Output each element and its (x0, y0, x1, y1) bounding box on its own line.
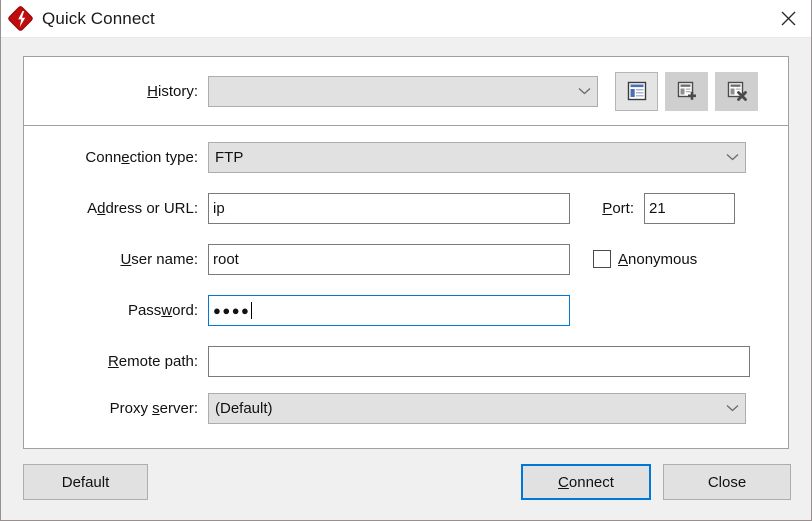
text-caret (251, 301, 253, 319)
history-row: History: (24, 71, 788, 111)
dialog-content: History: Connection type: FTP Address or… (1, 38, 811, 449)
default-button[interactable]: Default (23, 464, 148, 500)
anonymous-label: Anonymous (618, 250, 698, 268)
site-manager-button[interactable] (615, 71, 658, 111)
connection-type-label: Connection type: (85, 148, 198, 166)
filezilla-lightning-icon (7, 4, 34, 32)
port-value: 21 (649, 199, 666, 217)
connection-type-combobox[interactable]: FTP (208, 141, 746, 173)
form-panel: History: Connection type: FTP Address or… (23, 56, 789, 449)
remote-path-label: Remote path: (107, 352, 198, 370)
port-input[interactable]: 21 (644, 192, 735, 224)
add-history-entry-button[interactable] (665, 71, 708, 111)
proxy-server-row: Proxy server: (Default) (24, 391, 788, 425)
history-label: History: (147, 82, 198, 100)
remote-path-row: Remote path: (24, 344, 788, 378)
remote-path-input[interactable] (208, 345, 750, 377)
chevron-down-icon (726, 404, 739, 412)
connection-type-row: Connection type: FTP (24, 140, 788, 174)
address-value: ip (213, 199, 225, 217)
password-value: ●●●● (213, 302, 251, 318)
dialog-footer: Default Connect Close (1, 449, 811, 520)
connect-button[interactable]: Connect (521, 464, 651, 500)
document-remove-icon (727, 81, 747, 101)
port-label: Port: (602, 199, 634, 217)
address-row: Address or URL: ip Port: 21 (24, 191, 788, 225)
title-bar: Quick Connect (1, 0, 811, 38)
connection-type-value: FTP (215, 148, 244, 166)
address-label: Address or URL: (87, 199, 198, 217)
password-row: Password: ●●●● (24, 293, 788, 327)
connect-button-label: Connect (558, 473, 614, 491)
anonymous-checkbox[interactable] (593, 250, 611, 268)
anonymous-checkbox-row[interactable]: Anonymous (593, 250, 697, 268)
proxy-server-value: (Default) (215, 399, 273, 417)
history-combobox[interactable] (208, 75, 598, 107)
section-divider (24, 125, 788, 126)
password-input[interactable]: ●●●● (208, 294, 570, 326)
username-label: User name: (120, 250, 198, 268)
password-label: Password: (127, 301, 198, 319)
username-row: User name: root Anonymous (24, 242, 788, 276)
close-button[interactable]: Close (663, 464, 791, 500)
dialog-title: Quick Connect (42, 8, 155, 28)
chevron-down-icon (578, 87, 591, 95)
close-icon[interactable] (765, 0, 811, 36)
chevron-down-icon (726, 153, 739, 161)
quick-connect-dialog: Quick Connect History: Connection type: … (0, 0, 812, 521)
document-add-icon (677, 81, 696, 100)
username-input[interactable]: root (208, 243, 570, 275)
site-manager-icon (627, 81, 646, 101)
address-input[interactable]: ip (208, 192, 570, 224)
proxy-server-combobox[interactable]: (Default) (208, 392, 746, 424)
username-value: root (213, 250, 239, 268)
proxy-server-label: Proxy server: (109, 399, 198, 417)
clear-history-button[interactable] (715, 71, 758, 111)
